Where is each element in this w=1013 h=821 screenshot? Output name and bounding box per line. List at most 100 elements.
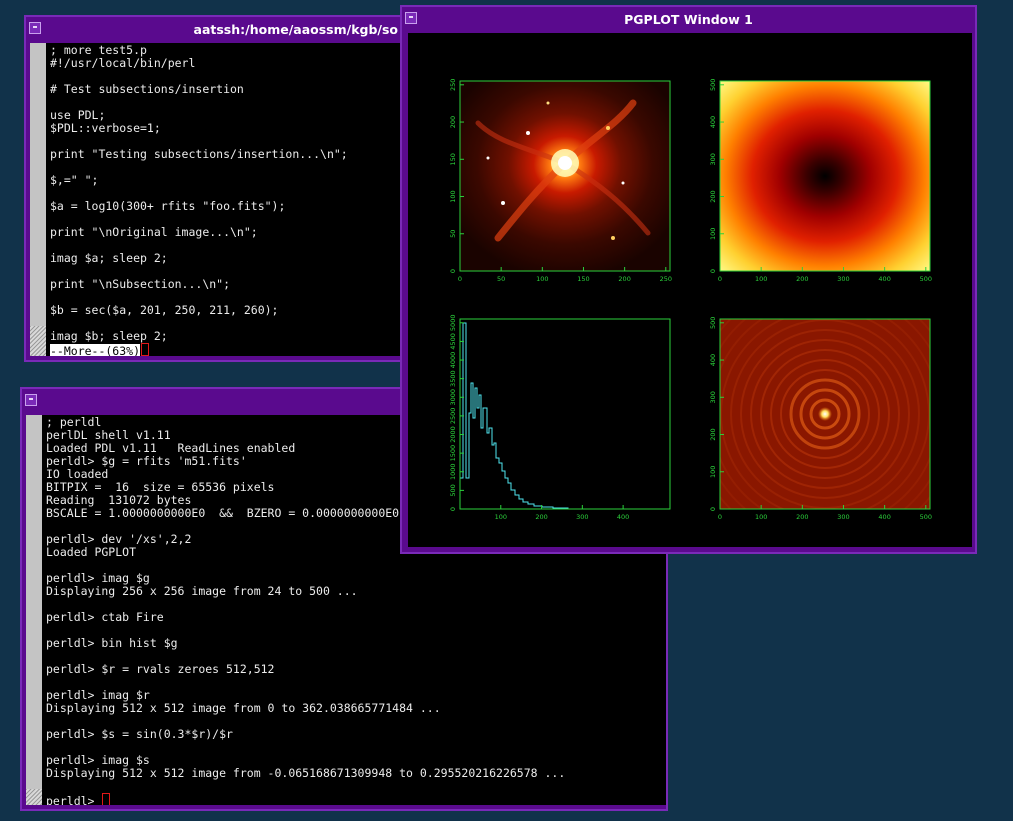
more-prompt-line: --More--(63%) <box>50 343 402 356</box>
text-cursor <box>141 343 150 356</box>
terminal-line: $a = log10(300+ rfits "foo.fits"); <box>50 199 286 213</box>
terminal-line: $b = sec($a, 201, 250, 211, 260); <box>50 303 279 317</box>
x-tick-label: 0 <box>718 513 722 521</box>
star <box>611 236 615 240</box>
star <box>621 181 625 185</box>
more-prompt: --More--(63%) <box>50 344 141 356</box>
x-tick-label: 500 <box>920 275 932 283</box>
y-tick-label: 1000 <box>449 463 457 480</box>
terminal-line: Displaying 512 x 512 image from 0 to 362… <box>46 701 441 715</box>
y-tick-label: 300 <box>709 391 717 403</box>
y-tick-label: 500 <box>449 484 457 496</box>
terminal-output: ; more test5.p #!/usr/local/bin/perl # Tes… <box>50 44 402 356</box>
y-tick-label: 3000 <box>449 389 457 406</box>
terminal-line: # Test subsections/insertion <box>50 82 244 96</box>
terminal-line: $,=" "; <box>50 173 99 187</box>
x-tick-label: 200 <box>618 275 630 283</box>
window-menu-icon[interactable] <box>25 394 37 406</box>
central-peak <box>818 407 832 421</box>
y-tick-label: 0 <box>709 507 717 511</box>
terminal-screen[interactable]: ; more test5.p #!/usr/local/bin/perl # Tes… <box>30 43 402 356</box>
window-menu-icon[interactable] <box>29 22 41 34</box>
terminal-line: perldl> bin hist $g <box>46 636 178 650</box>
star <box>606 126 610 130</box>
x-tick-label: 0 <box>458 275 462 283</box>
x-tick-label: 200 <box>796 513 808 521</box>
x-tick-label: 400 <box>617 513 629 521</box>
scrollbar-thumb[interactable] <box>30 326 46 356</box>
terminal-line: imag $a; sleep 2; <box>50 251 168 265</box>
x-tick-label: 250 <box>660 275 672 283</box>
y-tick-label: 500 <box>709 79 717 91</box>
y-tick-label: 400 <box>709 116 717 128</box>
x-tick-label: 100 <box>536 275 548 283</box>
galaxy-image-panel: 0 50 100 150 200 250 0 50 100 150 200 250 <box>449 79 672 283</box>
shell-prompt: perldl> <box>46 794 102 806</box>
y-tick-label: 4000 <box>449 352 457 369</box>
y-tick-label: 0 <box>449 507 457 511</box>
scrollbar-thumb[interactable] <box>26 789 42 805</box>
terminal-line: print "\nOriginal image...\n"; <box>50 225 258 239</box>
x-tick-label: 300 <box>837 513 849 521</box>
terminal-window-test5[interactable]: aatssh:/home/aaossm/kgb/so ; more test5.… <box>24 15 404 362</box>
x-tick-label: 100 <box>755 513 767 521</box>
terminal-line: perldl> ctab Fire <box>46 610 164 624</box>
x-tick-label: 0 <box>718 275 722 283</box>
y-tick-label: 500 <box>709 317 717 329</box>
rvals-image <box>720 81 930 271</box>
scrollbar[interactable] <box>30 43 46 356</box>
y-tick-label: 250 <box>449 79 457 91</box>
star <box>501 201 505 205</box>
y-tick-label: 300 <box>709 153 717 165</box>
x-tick-label: 100 <box>495 513 507 521</box>
histogram-background <box>460 319 670 509</box>
title-bar[interactable]: aatssh:/home/aaossm/kgb/so <box>26 17 402 43</box>
x-tick-label: 400 <box>878 275 890 283</box>
text-cursor <box>102 793 111 805</box>
x-tick-label: 300 <box>837 275 849 283</box>
terminal-line: imag $b; sleep 2; <box>50 329 168 343</box>
histogram-panel: 100 200 300 4000500100015002000250030003500… <box>449 315 671 521</box>
terminal-line: print "Testing subsections/insertion...\… <box>50 147 348 161</box>
y-tick-label: 4500 <box>449 333 457 350</box>
plots-svg: 0 50 100 150 200 250050100150200250 0 100 200 30… <box>449 79 932 521</box>
y-tick-label: 50 <box>449 230 457 238</box>
terminal-line: Displaying 512 x 512 image from -0.06516… <box>46 766 566 780</box>
x-tick-label: 300 <box>576 513 588 521</box>
terminal-line: print "\nSubsection...\n"; <box>50 277 231 291</box>
terminal-line: $PDL::verbose=1; <box>50 121 161 135</box>
terminal-line: perldl> $r = rvals zeroes 512,512 <box>46 662 275 676</box>
y-tick-label: 5000 <box>449 315 457 332</box>
scrollbar[interactable] <box>26 415 42 805</box>
terminal-line: perldl> $s = sin(0.3*$r)/$r <box>46 727 233 741</box>
x-tick-label: 400 <box>878 513 890 521</box>
window-title: PGPLOT Window 1 <box>624 12 753 27</box>
sinc-image-panel: 0 100 200 300 400 500 0 100 200 300 400 500 <box>709 317 932 521</box>
y-tick-label: 100 <box>449 190 457 202</box>
x-tick-label: 100 <box>755 275 767 283</box>
y-tick-label: 200 <box>709 428 717 440</box>
terminal-line: #!/usr/local/bin/perl <box>50 56 196 70</box>
y-tick-label: 200 <box>709 190 717 202</box>
x-tick-label: 50 <box>497 275 505 283</box>
window-title: aatssh:/home/aaossm/kgb/so <box>193 22 398 37</box>
galaxy-nucleus <box>558 156 572 170</box>
pgplot-window[interactable]: PGPLOT Window 1 0 50 100 150 200 250 0 5… <box>400 5 977 554</box>
plot-area: 0 50 100 150 200 250 0 50 100 150 200 250 0 100 200 30… <box>408 33 972 547</box>
star <box>546 101 550 105</box>
prompt-line[interactable]: perldl> <box>46 793 666 805</box>
y-tick-label: 0 <box>709 269 717 273</box>
y-tick-label: 2000 <box>449 426 457 443</box>
rvals-image-panel: 0 100 200 300 400 500 0 100 200 300 400 500 <box>709 79 932 283</box>
y-tick-label: 200 <box>449 116 457 128</box>
y-tick-label: 0 <box>449 269 457 273</box>
y-tick-label: 150 <box>449 153 457 165</box>
star <box>486 156 490 160</box>
y-tick-label: 3500 <box>449 370 457 387</box>
y-tick-label: 100 <box>709 466 717 478</box>
x-tick-label: 200 <box>535 513 547 521</box>
title-bar[interactable]: PGPLOT Window 1 <box>402 7 975 33</box>
x-tick-label: 200 <box>796 275 808 283</box>
